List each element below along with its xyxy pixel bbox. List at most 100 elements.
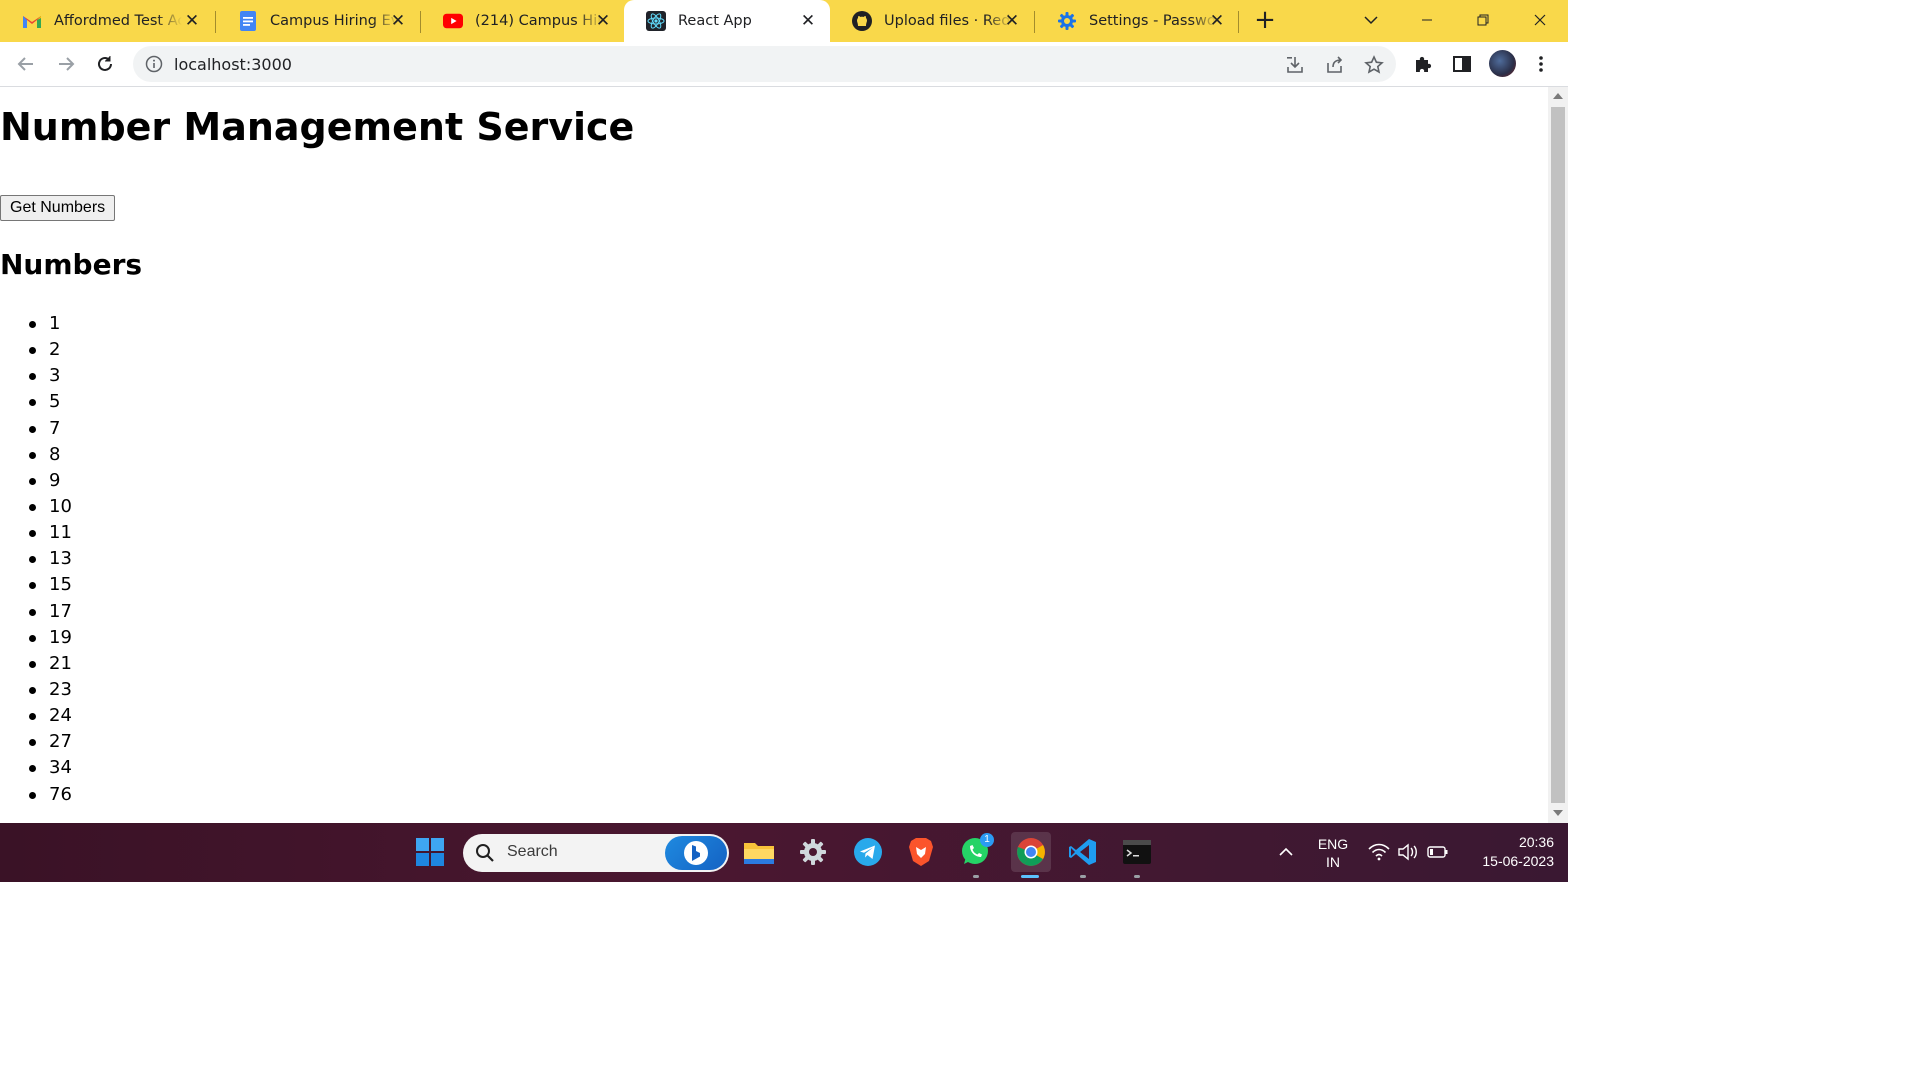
reload-icon[interactable] bbox=[91, 50, 119, 78]
running-indicator bbox=[973, 875, 979, 878]
url-text[interactable]: localhost:3000 bbox=[174, 55, 292, 74]
brave-browser-icon[interactable] bbox=[904, 835, 938, 869]
youtube-icon bbox=[443, 11, 463, 31]
browser-toolbar: localhost:3000 bbox=[0, 42, 1568, 87]
windows-start-icon[interactable] bbox=[413, 835, 447, 869]
settings-gear-icon bbox=[1057, 11, 1077, 31]
page-viewport: Number Management Service Get Numbers Nu… bbox=[0, 87, 1548, 823]
list-item: 13 bbox=[29, 546, 72, 572]
github-icon bbox=[852, 11, 872, 31]
tab-campus-hiring-doc[interactable]: Campus Hiring Eval ✕ bbox=[216, 0, 420, 42]
list-item: 10 bbox=[29, 494, 72, 520]
gmail-icon bbox=[22, 11, 42, 31]
install-app-icon[interactable] bbox=[1284, 54, 1306, 76]
list-item: 34 bbox=[29, 755, 72, 781]
language-indicator[interactable]: ENG IN bbox=[1310, 835, 1356, 871]
search-icon bbox=[475, 843, 495, 867]
tab-settings-password[interactable]: Settings - Password ✕ bbox=[1035, 0, 1239, 42]
terminal-icon[interactable] bbox=[1120, 835, 1154, 869]
tab-title: Affordmed Test Acc bbox=[54, 13, 182, 29]
settings-app-icon[interactable] bbox=[796, 835, 830, 869]
get-numbers-button[interactable]: Get Numbers bbox=[0, 195, 116, 221]
tab-youtube[interactable]: (214) Campus Hirin ✕ bbox=[421, 0, 625, 42]
google-docs-icon bbox=[238, 11, 258, 31]
tab-close-icon[interactable]: ✕ bbox=[388, 11, 408, 31]
tab-close-icon[interactable]: ✕ bbox=[1002, 11, 1022, 31]
whatsapp-icon[interactable]: 1 bbox=[958, 833, 994, 869]
language-code: ENG bbox=[1317, 836, 1349, 852]
clock-date: 15-06-2023 bbox=[1482, 853, 1554, 869]
profile-avatar[interactable] bbox=[1489, 50, 1516, 77]
tab-react-app[interactable]: React App ✕ bbox=[624, 0, 830, 42]
list-item: 9 bbox=[29, 468, 72, 494]
clock[interactable]: 20:36 15-06-2023 bbox=[1458, 833, 1554, 871]
browser-tab-strip: Affordmed Test Acc ✕ Campus Hiring Eval … bbox=[0, 0, 1568, 42]
windows-taskbar: Search 1 ENG IN 20:36 15-06-2023 bbox=[0, 823, 1568, 882]
volume-icon[interactable] bbox=[1391, 835, 1425, 869]
numbers-heading: Numbers bbox=[0, 248, 143, 281]
tab-close-icon[interactable]: ✕ bbox=[1207, 11, 1227, 31]
tab-separator bbox=[1238, 11, 1239, 33]
file-explorer-icon[interactable] bbox=[742, 835, 776, 869]
vscode-icon[interactable] bbox=[1066, 835, 1100, 869]
clock-time: 20:36 bbox=[1518, 834, 1554, 850]
search-placeholder: Search bbox=[507, 843, 558, 860]
list-item: 3 bbox=[29, 363, 72, 389]
tab-close-icon[interactable]: ✕ bbox=[182, 11, 202, 31]
tab-close-icon[interactable]: ✕ bbox=[593, 11, 613, 31]
tab-title: Campus Hiring Eval bbox=[270, 13, 398, 29]
list-item: 23 bbox=[29, 677, 72, 703]
list-item: 7 bbox=[29, 416, 72, 442]
list-item: 8 bbox=[29, 442, 72, 468]
show-hidden-icons-chevron-icon[interactable] bbox=[1269, 835, 1303, 869]
taskbar-search-box[interactable]: Search bbox=[463, 834, 729, 872]
tab-title: React App bbox=[678, 13, 752, 29]
minimize-window-icon[interactable] bbox=[1407, 6, 1447, 34]
list-item: 24 bbox=[29, 703, 72, 729]
list-item: 76 bbox=[29, 782, 72, 808]
address-bar[interactable]: localhost:3000 bbox=[133, 46, 1396, 82]
side-panel-icon[interactable] bbox=[1451, 53, 1473, 75]
tab-github-upload[interactable]: Upload files · Reddy ✕ bbox=[830, 0, 1034, 42]
list-item: 2 bbox=[29, 337, 72, 363]
list-item: 27 bbox=[29, 729, 72, 755]
react-icon bbox=[646, 11, 666, 31]
list-item: 5 bbox=[29, 389, 72, 415]
list-item: 15 bbox=[29, 572, 72, 598]
scrollbar-thumb[interactable] bbox=[1551, 107, 1565, 803]
scroll-up-arrow-icon[interactable] bbox=[1553, 93, 1563, 99]
forward-arrow-icon[interactable] bbox=[52, 50, 80, 78]
bookmark-star-icon[interactable] bbox=[1363, 54, 1385, 76]
restore-window-icon[interactable] bbox=[1463, 6, 1503, 34]
list-item: 19 bbox=[29, 625, 72, 651]
running-indicator bbox=[1080, 875, 1086, 878]
chrome-icon[interactable] bbox=[1011, 832, 1051, 872]
tab-gmail[interactable]: Affordmed Test Acc ✕ bbox=[0, 0, 214, 42]
region-code: IN bbox=[1326, 854, 1340, 870]
close-window-icon[interactable] bbox=[1520, 6, 1560, 34]
running-indicator-active bbox=[1021, 875, 1039, 878]
tab-search-chevron-icon[interactable] bbox=[1360, 9, 1382, 31]
telegram-icon[interactable] bbox=[851, 835, 885, 869]
page-scrollbar[interactable] bbox=[1548, 87, 1568, 823]
list-item: 1 bbox=[29, 311, 72, 337]
extensions-puzzle-icon[interactable] bbox=[1412, 53, 1434, 75]
share-icon[interactable] bbox=[1324, 54, 1346, 76]
browser-menu-icon[interactable] bbox=[1530, 53, 1552, 75]
new-tab-button[interactable]: + bbox=[1252, 7, 1278, 34]
list-item: 11 bbox=[29, 520, 72, 546]
bing-chat-icon[interactable] bbox=[665, 836, 727, 870]
list-item: 21 bbox=[29, 651, 72, 677]
running-indicator bbox=[1134, 875, 1140, 878]
list-item: 17 bbox=[29, 599, 72, 625]
battery-icon[interactable] bbox=[1421, 835, 1455, 869]
back-arrow-icon[interactable] bbox=[12, 50, 40, 78]
page-title: Number Management Service bbox=[0, 105, 635, 149]
tab-close-icon[interactable]: ✕ bbox=[798, 11, 818, 31]
scroll-down-arrow-icon[interactable] bbox=[1553, 810, 1563, 816]
notification-badge: 1 bbox=[980, 833, 994, 847]
site-info-icon[interactable] bbox=[145, 55, 163, 73]
tab-title: (214) Campus Hirin bbox=[475, 13, 603, 29]
numbers-list: 1 2 3 5 7 8 9 10 11 13 15 17 19 21 23 24… bbox=[0, 311, 72, 808]
tab-title: Upload files · Reddy bbox=[884, 13, 1012, 29]
